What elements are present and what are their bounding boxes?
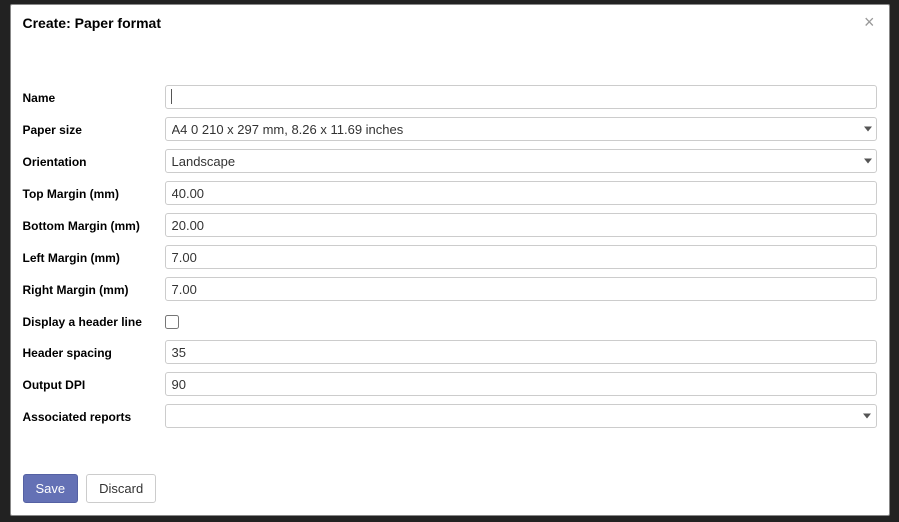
row-left-margin: Left Margin (mm) (23, 245, 877, 269)
associated-reports-select[interactable] (165, 404, 877, 428)
label-bottom-margin: Bottom Margin (mm) (23, 213, 165, 233)
row-header-spacing: Header spacing (23, 340, 877, 364)
label-output-dpi: Output DPI (23, 372, 165, 392)
paper-size-select[interactable]: A4 0 210 x 297 mm, 8.26 x 11.69 inches (165, 117, 877, 141)
bottom-margin-input[interactable] (165, 213, 877, 237)
row-top-margin: Top Margin (mm) (23, 181, 877, 205)
label-name: Name (23, 85, 165, 105)
row-name: Name (23, 85, 877, 109)
row-output-dpi: Output DPI (23, 372, 877, 396)
create-paper-format-dialog: Create: Paper format × Name Paper size A… (10, 4, 890, 516)
label-display-header: Display a header line (23, 309, 165, 329)
label-top-margin: Top Margin (mm) (23, 181, 165, 201)
discard-button[interactable]: Discard (86, 474, 156, 503)
row-display-header: Display a header line (23, 309, 877, 332)
header-spacing-input[interactable] (165, 340, 877, 364)
display-header-checkbox[interactable] (165, 315, 179, 329)
label-paper-size: Paper size (23, 117, 165, 137)
dialog-title: Create: Paper format (23, 15, 162, 31)
row-associated-reports: Associated reports (23, 404, 877, 428)
label-header-spacing: Header spacing (23, 340, 165, 360)
row-bottom-margin: Bottom Margin (mm) (23, 213, 877, 237)
row-paper-size: Paper size A4 0 210 x 297 mm, 8.26 x 11.… (23, 117, 877, 141)
top-margin-input[interactable] (165, 181, 877, 205)
orientation-select[interactable]: Landscape (165, 149, 877, 173)
left-margin-input[interactable] (165, 245, 877, 269)
dialog-header: Create: Paper format × (11, 5, 889, 41)
dialog-body: Name Paper size A4 0 210 x 297 mm, 8.26 … (11, 41, 889, 462)
row-right-margin: Right Margin (mm) (23, 277, 877, 301)
label-associated-reports: Associated reports (23, 404, 165, 424)
label-orientation: Orientation (23, 149, 165, 169)
name-input[interactable] (165, 85, 877, 109)
text-cursor (171, 89, 172, 104)
chevron-down-icon (863, 414, 871, 419)
right-margin-input[interactable] (165, 277, 877, 301)
output-dpi-input[interactable] (165, 372, 877, 396)
row-orientation: Orientation Landscape (23, 149, 877, 173)
close-icon[interactable]: × (862, 15, 877, 29)
label-left-margin: Left Margin (mm) (23, 245, 165, 265)
label-right-margin: Right Margin (mm) (23, 277, 165, 297)
dialog-footer: Save Discard (11, 462, 889, 515)
save-button[interactable]: Save (23, 474, 79, 503)
